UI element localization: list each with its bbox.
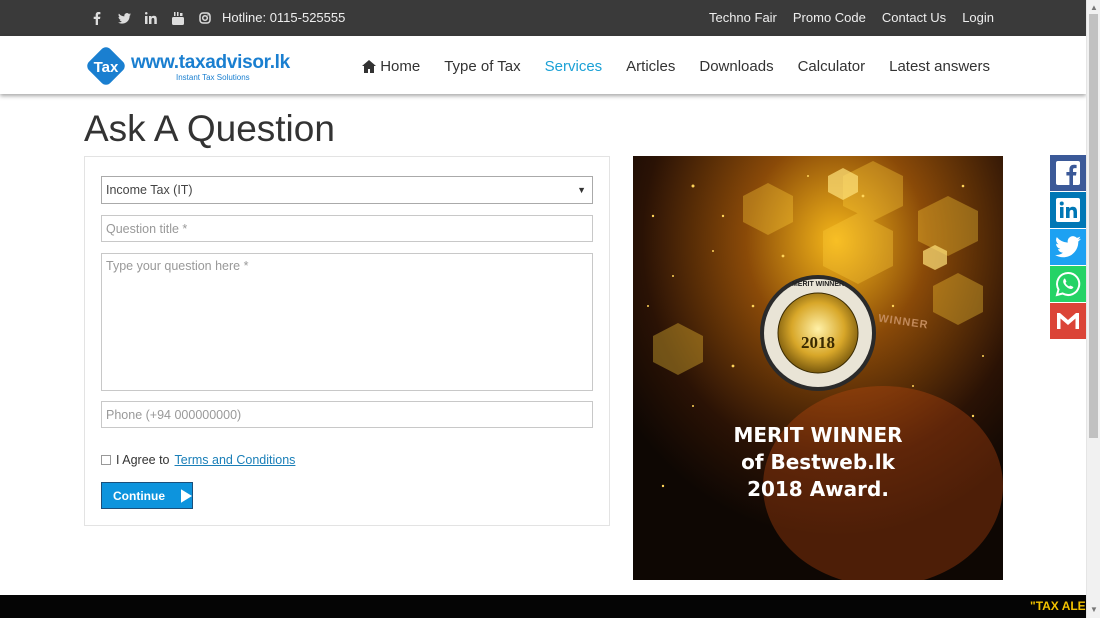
terms-agreement: I Agree to Terms and Conditions xyxy=(101,453,295,467)
award-caption: MERIT WINNER of Bestweb.lk 2018 Award. xyxy=(633,422,1003,503)
top-links: Techno Fair Promo Code Contact Us Login xyxy=(709,10,994,25)
phone-input[interactable] xyxy=(101,401,593,428)
nav-services[interactable]: Services xyxy=(545,58,603,75)
logo-badge-text: Tax xyxy=(94,59,119,76)
scroll-up-icon[interactable]: ▲ xyxy=(1090,3,1098,12)
home-icon xyxy=(362,60,377,73)
main-nav: Home Type of Tax Services Articles Downl… xyxy=(362,58,990,75)
logo-tagline: Instant Tax Solutions xyxy=(176,73,250,82)
nav-calculator[interactable]: Calculator xyxy=(798,58,866,75)
award-line-2: of Bestweb.lk xyxy=(741,450,895,474)
question-body-textarea[interactable] xyxy=(101,253,593,391)
share-gmail[interactable] xyxy=(1050,303,1086,339)
whatsapp-icon xyxy=(1055,271,1081,297)
nav-downloads[interactable]: Downloads xyxy=(699,58,773,75)
award-line-1: MERIT WINNER xyxy=(733,423,903,447)
award-line-3: 2018 Award. xyxy=(747,477,889,501)
agree-checkbox[interactable] xyxy=(101,455,111,465)
news-ticker: "TAX ALER xyxy=(0,595,1086,618)
share-twitter[interactable] xyxy=(1050,229,1086,265)
twitter-icon[interactable] xyxy=(117,11,131,25)
logo-badge-icon: Tax xyxy=(87,47,125,85)
play-arrow-icon xyxy=(181,488,192,503)
site-logo[interactable]: Tax www.taxadvisor.lk Instant Tax Soluti… xyxy=(84,44,304,88)
nav-latest-answers[interactable]: Latest answers xyxy=(889,58,990,75)
terms-link[interactable]: Terms and Conditions xyxy=(175,453,296,467)
tax-type-value: Income Tax (IT) xyxy=(106,183,193,197)
page-scrollbar[interactable]: ▲ ▼ xyxy=(1086,0,1100,618)
page-title: Ask A Question xyxy=(84,108,335,149)
continue-button[interactable]: Continue xyxy=(101,482,193,509)
scrollbar-thumb[interactable] xyxy=(1089,14,1098,438)
award-banner[interactable]: MERIT WINNER 2018 WINNER MERIT WINNER of… xyxy=(633,156,1003,580)
seal-title: MERIT WINNER xyxy=(791,281,845,288)
main-header: Tax www.taxadvisor.lk Instant Tax Soluti… xyxy=(0,36,1086,94)
logo-text: www.taxadvisor.lk xyxy=(131,52,290,73)
chevron-down-icon: ▼ xyxy=(577,185,586,195)
linkedin-icon xyxy=(1056,198,1080,222)
linkedin-icon[interactable] xyxy=(144,11,158,25)
question-form: Income Tax (IT) ▼ I Agree to Terms and C… xyxy=(84,156,610,526)
nav-home-label: Home xyxy=(380,58,421,75)
nav-type-of-tax[interactable]: Type of Tax xyxy=(444,58,520,75)
share-linkedin[interactable] xyxy=(1050,192,1086,228)
tax-type-select[interactable]: Income Tax (IT) ▼ xyxy=(101,176,593,204)
facebook-icon xyxy=(1056,161,1080,185)
question-title-input[interactable] xyxy=(101,215,593,242)
facebook-icon[interactable] xyxy=(90,11,104,25)
top-link-login[interactable]: Login xyxy=(962,10,994,25)
youtube-icon[interactable] xyxy=(171,11,185,25)
nav-articles[interactable]: Articles xyxy=(626,58,675,75)
top-bar: Hotline: 0115-525555 Techno Fair Promo C… xyxy=(0,0,1086,36)
ticker-text: "TAX ALER xyxy=(1030,599,1086,613)
instagram-icon[interactable] xyxy=(198,11,212,25)
twitter-icon xyxy=(1055,236,1081,258)
social-links xyxy=(90,0,212,36)
top-link-contact-us[interactable]: Contact Us xyxy=(882,10,946,25)
share-sidebar xyxy=(1050,155,1086,340)
share-facebook[interactable] xyxy=(1050,155,1086,191)
agree-label: I Agree to xyxy=(116,453,170,467)
share-whatsapp[interactable] xyxy=(1050,266,1086,302)
seal-year: 2018 xyxy=(801,333,835,352)
top-link-techno-fair[interactable]: Techno Fair xyxy=(709,10,777,25)
award-background xyxy=(633,156,1003,580)
gmail-icon xyxy=(1050,303,1086,339)
hotline: Hotline: 0115-525555 xyxy=(222,10,346,25)
continue-label: Continue xyxy=(113,488,165,503)
top-link-promo-code[interactable]: Promo Code xyxy=(793,10,866,25)
nav-home[interactable]: Home xyxy=(362,58,420,75)
scroll-down-icon[interactable]: ▼ xyxy=(1090,605,1098,614)
